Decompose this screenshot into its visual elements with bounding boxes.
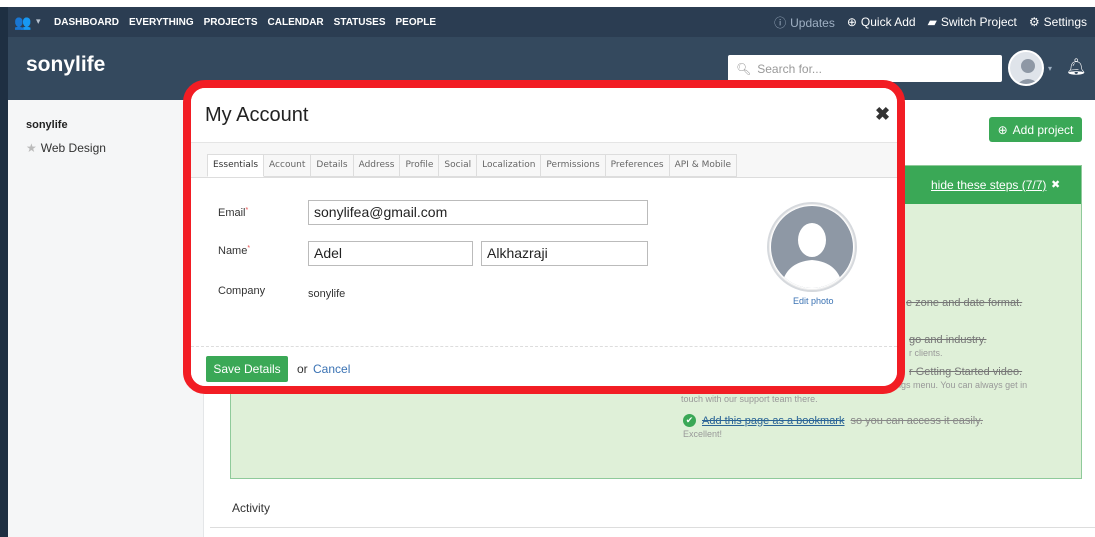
- people-logo-icon[interactable]: 👥: [14, 14, 31, 31]
- sidebar: sonylife ★ Web Design: [8, 100, 204, 537]
- chevron-down-icon[interactable]: ▾: [36, 16, 41, 27]
- add-project-button[interactable]: ⊕ Add project: [989, 117, 1082, 142]
- updates-link[interactable]: ⓘ Updates: [774, 14, 835, 31]
- search-icon: 🔍︎: [736, 61, 752, 76]
- user-silhouette-icon: [1017, 59, 1039, 84]
- cancel-link[interactable]: Cancel: [313, 362, 350, 376]
- nav-calendar[interactable]: CALENDAR: [268, 17, 324, 28]
- tab-account[interactable]: Account: [264, 154, 312, 177]
- switch-project-link[interactable]: ▰ Switch Project: [928, 15, 1017, 29]
- search-placeholder: Search for...: [757, 61, 822, 76]
- star-icon[interactable]: ★: [26, 141, 37, 155]
- hide-steps-link[interactable]: hide these steps (7/7): [931, 178, 1046, 192]
- window-left-edge: [0, 7, 8, 537]
- modal-header: My Account ✖: [191, 88, 897, 142]
- sidebar-item-label: Web Design: [40, 141, 106, 155]
- nav-statuses[interactable]: STATUSES: [334, 17, 386, 28]
- sidebar-title[interactable]: sonylife: [26, 119, 68, 131]
- name-label-text: Name: [218, 245, 248, 257]
- tab-details[interactable]: Details: [311, 154, 354, 177]
- nav-people[interactable]: PEOPLE: [396, 17, 437, 28]
- close-icon[interactable]: ✖: [1051, 178, 1060, 191]
- avatar[interactable]: [1008, 50, 1044, 86]
- quick-add-label: Quick Add: [860, 15, 916, 29]
- updates-label: Updates: [790, 15, 835, 30]
- step-logo: go and industry.: [909, 334, 987, 346]
- bell-icon[interactable]: 🔔︎: [1066, 57, 1086, 77]
- modal-title: My Account: [205, 104, 309, 126]
- brand-title[interactable]: sonylife: [26, 53, 105, 77]
- modal-footer: Save Details or Cancel: [191, 346, 897, 386]
- top-nav: 👥 ▾ DASHBOARD EVERYTHING PROJECTS CALEND…: [8, 7, 1095, 37]
- nav-everything[interactable]: EVERYTHING: [129, 17, 194, 28]
- add-project-label: Add project: [1012, 122, 1074, 137]
- step-logo-sub: r clients.: [909, 348, 943, 358]
- email-label-text: Email: [218, 207, 246, 219]
- settings-label: Settings: [1043, 15, 1087, 29]
- edit-photo-link[interactable]: Edit photo: [793, 296, 834, 306]
- name-label: Name*: [218, 245, 250, 257]
- step-video: r Getting Started video.: [909, 366, 1023, 378]
- settings-link[interactable]: ⚙ Settings: [1029, 15, 1087, 29]
- essentials-form: Email* sonylifea@gmail.com Name* Adel Al…: [191, 178, 897, 348]
- bookmark-text: so you can access it easily.: [850, 414, 983, 427]
- required-marker: *: [247, 245, 251, 252]
- plus-circle-icon: ⊕: [997, 122, 1008, 137]
- sidebar-item-web-design[interactable]: ★ Web Design: [26, 141, 106, 155]
- email-label: Email*: [218, 207, 248, 219]
- last-name-field[interactable]: Alkhazraji: [481, 241, 648, 266]
- tabs-bar: Essentials Account Details Address Profi…: [191, 142, 897, 178]
- quick-add-link[interactable]: ⊕ Quick Add: [847, 15, 916, 29]
- tab-social[interactable]: Social: [439, 154, 478, 177]
- company-value: sonylife: [308, 288, 346, 300]
- search-input[interactable]: 🔍︎ Search for...: [728, 55, 1002, 82]
- main-nav: DASHBOARD EVERYTHING PROJECTS CALENDAR S…: [54, 7, 436, 37]
- info-icon: ⓘ: [774, 15, 787, 30]
- plus-circle-icon: ⊕: [846, 15, 857, 29]
- step-timezone: e zone and date format.: [906, 297, 1023, 309]
- save-details-button[interactable]: Save Details: [206, 356, 288, 382]
- activity-tab[interactable]: Activity: [232, 501, 270, 515]
- tab-profile[interactable]: Profile: [400, 154, 440, 177]
- switch-project-label: Switch Project: [940, 15, 1017, 29]
- tab-address[interactable]: Address: [353, 154, 401, 177]
- or-text: or: [297, 362, 308, 376]
- user-silhouette-icon: [771, 206, 853, 288]
- divider: [210, 527, 1095, 528]
- folder-icon: ▰: [927, 15, 937, 29]
- bookmark-sub: Excellent!: [683, 429, 723, 439]
- step-video-sub2: touch with our support team there.: [681, 394, 818, 404]
- tab-localization[interactable]: Localization: [477, 154, 542, 177]
- step-video-sub: ings menu. You can always get in: [894, 380, 1028, 390]
- avatar-caret-icon[interactable]: ▾: [1048, 64, 1052, 73]
- tab-permissions[interactable]: Permissions: [541, 154, 606, 177]
- step-bookmark: ✔ Add this page as a bookmark so you can…: [683, 414, 983, 427]
- tab-preferences[interactable]: Preferences: [605, 154, 670, 177]
- nav-projects[interactable]: PROJECTS: [204, 17, 258, 28]
- close-icon[interactable]: ✖: [875, 104, 890, 125]
- first-name-field[interactable]: Adel: [308, 241, 473, 266]
- required-marker: *: [245, 207, 249, 214]
- gear-icon: ⚙: [1028, 15, 1040, 29]
- profile-photo[interactable]: [767, 202, 857, 292]
- bookmark-link[interactable]: Add this page as a bookmark: [702, 415, 844, 427]
- company-label: Company: [218, 285, 266, 297]
- check-icon: ✔: [683, 414, 696, 427]
- tab-essentials[interactable]: Essentials: [207, 154, 265, 177]
- email-field[interactable]: sonylifea@gmail.com: [308, 200, 648, 225]
- my-account-modal: My Account ✖ Essentials Account Details …: [183, 80, 905, 394]
- tabs: Essentials Account Details Address Profi…: [207, 154, 738, 177]
- nav-actions: ⓘ Updates ⊕ Quick Add ▰ Switch Project ⚙ Set…: [774, 7, 1087, 37]
- tab-api-mobile[interactable]: API & Mobile: [669, 154, 738, 177]
- nav-dashboard[interactable]: DASHBOARD: [54, 17, 119, 28]
